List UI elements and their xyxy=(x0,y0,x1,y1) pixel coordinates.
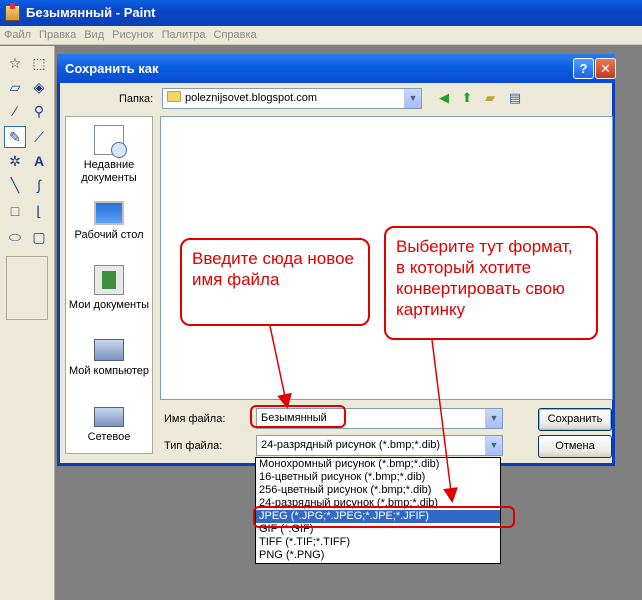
text-icon[interactable]: A xyxy=(28,150,50,172)
place-network[interactable]: Сетевое xyxy=(66,407,152,444)
folder-label: Папка: xyxy=(119,93,154,105)
menu-file[interactable]: Файл xyxy=(0,26,35,45)
new-folder-icon[interactable]: ▰ xyxy=(481,89,499,107)
app-title-bar: Безымянный - Paint xyxy=(0,0,642,26)
filetype-option-tiff[interactable]: TIFF (*.TIF;*.TIFF) xyxy=(256,536,500,549)
polygon-icon[interactable]: ⌊ xyxy=(28,200,50,222)
chevron-down-icon[interactable]: ▼ xyxy=(404,89,421,108)
place-my-documents-label: Мои документы xyxy=(68,299,150,311)
back-icon[interactable]: ◀ xyxy=(435,89,453,107)
help-button[interactable]: ? xyxy=(573,58,594,79)
fill-icon[interactable]: ◈ xyxy=(28,76,50,98)
network-icon xyxy=(94,407,124,427)
callout-filename: Введите сюда новое имя файла xyxy=(180,238,370,326)
save-button[interactable]: Сохранить xyxy=(538,408,612,431)
eraser-icon[interactable]: ▱ xyxy=(4,76,26,98)
menu-view[interactable]: Вид xyxy=(80,26,108,45)
desktop-icon xyxy=(94,201,124,225)
filetype-label: Тип файла: xyxy=(164,440,223,452)
place-network-label: Сетевое xyxy=(87,431,131,443)
place-recent[interactable]: Недавние документы xyxy=(66,125,152,185)
places-bar: Недавние документы Рабочий стол Мои доку… xyxy=(65,116,153,454)
recent-documents-icon xyxy=(94,125,127,158)
menu-help[interactable]: Справка xyxy=(210,26,261,45)
view-menu-icon[interactable]: ▤ xyxy=(506,89,524,107)
magnifier-icon[interactable]: ⚲ xyxy=(28,100,50,122)
filetype-option-png[interactable]: PNG (*.PNG) xyxy=(256,549,500,562)
tool-options-panel[interactable] xyxy=(6,256,48,320)
up-folder-icon[interactable]: ⬆ xyxy=(458,89,476,107)
my-computer-icon xyxy=(94,339,124,361)
free-select-icon[interactable]: ☆ xyxy=(4,52,26,74)
rounded-rect-icon[interactable]: ▢ xyxy=(28,226,50,248)
rectangle-icon[interactable]: □ xyxy=(4,200,26,222)
filetype-option-16-color[interactable]: 16-цветный рисунок (*.bmp;*.dib) xyxy=(256,471,500,484)
folder-icon xyxy=(167,91,181,102)
filetype-option-monochrome[interactable]: Монохромный рисунок (*.bmp;*.dib) xyxy=(256,458,500,471)
curve-icon[interactable]: ∫ xyxy=(28,174,50,196)
dialog-title-bar: Сохранить как xyxy=(57,54,615,83)
pencil-icon[interactable]: ✎ xyxy=(4,126,26,148)
dialog-title: Сохранить как xyxy=(65,61,159,76)
filetype-select[interactable]: 24-разрядный рисунок (*.bmp;*.dib) ▼ xyxy=(256,435,503,456)
place-my-computer-label: Мой компьютер xyxy=(68,365,150,377)
filename-label: Имя файла: xyxy=(164,413,226,425)
place-recent-label: Недавние документы xyxy=(81,159,137,184)
chevron-down-icon[interactable]: ▼ xyxy=(485,409,502,428)
line-icon[interactable]: ╲ xyxy=(4,174,26,196)
chevron-down-icon[interactable]: ▼ xyxy=(485,436,502,455)
color-picker-icon[interactable]: ⁄ xyxy=(4,100,26,122)
place-my-documents[interactable]: Мои документы xyxy=(66,265,152,312)
menu-palette[interactable]: Палитра xyxy=(158,26,210,45)
filetype-value: 24-разрядный рисунок (*.bmp;*.dib) xyxy=(261,439,441,451)
brush-icon[interactable]: ⟋ xyxy=(28,126,50,148)
menu-edit[interactable]: Правка xyxy=(35,26,80,45)
folder-value: poleznijsovet.blogspot.com xyxy=(185,92,318,104)
airbrush-icon[interactable]: ✲ xyxy=(4,150,26,172)
rect-select-icon[interactable]: ⬚ xyxy=(28,52,50,74)
app-menu-bar: Файл Правка Вид Рисунок Палитра Справка xyxy=(0,26,642,45)
ellipse-icon[interactable]: ⬭ xyxy=(4,226,26,248)
jpeg-highlight xyxy=(253,506,515,528)
place-desktop[interactable]: Рабочий стол xyxy=(66,195,152,242)
app-title: Безымянный - Paint xyxy=(26,5,156,20)
filetype-option-256-color[interactable]: 256-цветный рисунок (*.bmp;*.dib) xyxy=(256,484,500,497)
folder-select[interactable]: poleznijsovet.blogspot.com ▼ xyxy=(162,88,422,109)
toolbox: ☆ ⬚ ▱ ◈ ⁄ ⚲ ✎ ⟋ ✲ A ╲ ∫ □ ⌊ ⬭ ▢ xyxy=(0,46,55,600)
cancel-button[interactable]: Отмена xyxy=(538,435,612,458)
filename-highlight xyxy=(250,405,346,428)
place-my-computer[interactable]: Мой компьютер xyxy=(66,335,152,378)
menu-image[interactable]: Рисунок xyxy=(108,26,158,45)
my-documents-icon xyxy=(94,265,124,295)
close-button[interactable]: ✕ xyxy=(595,58,616,79)
paint-app-icon xyxy=(5,3,20,21)
place-desktop-label: Рабочий стол xyxy=(74,229,144,241)
callout-format: Выберите тут формат, в который хотите ко… xyxy=(384,226,598,340)
